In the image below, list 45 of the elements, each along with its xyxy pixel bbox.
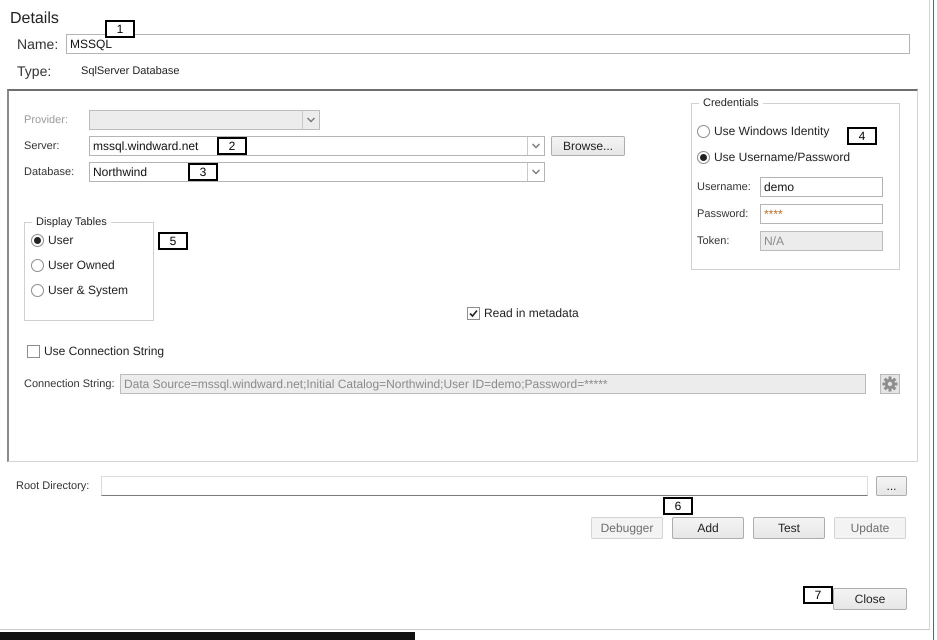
gear-icon: [882, 376, 898, 392]
action-button[interactable]: Add: [672, 517, 744, 539]
field-label: Token:: [697, 235, 730, 247]
browse-button[interactable]: Browse...: [551, 136, 625, 156]
checkbox-label: Read in metadata: [484, 306, 579, 320]
field-label: Connection String:: [24, 378, 116, 390]
dialog-title: Details: [9, 9, 60, 28]
radio-button[interactable]: [697, 124, 710, 138]
radio-button[interactable]: [31, 284, 44, 296]
radio-button[interactable]: [697, 150, 710, 164]
checkbox-label: Use Connection String: [44, 344, 164, 358]
type-value: SqlServer Database: [81, 65, 180, 77]
close-button[interactable]: Close: [833, 588, 907, 610]
settings-button[interactable]: [880, 374, 900, 394]
browse-button[interactable]: ...: [876, 476, 907, 496]
callout-label: 3: [188, 163, 218, 181]
callout-label: 4: [847, 127, 877, 145]
checkbox[interactable]: [27, 344, 40, 358]
field-label: Root Directory:: [16, 480, 90, 492]
field-label: Username:: [697, 181, 752, 193]
callout-label: 6: [663, 497, 693, 515]
group-title: Display Tables: [32, 216, 111, 229]
radio-label: User Owned: [48, 258, 115, 272]
radio-label: Use Username/Password: [714, 150, 850, 164]
callout-label: 1: [105, 20, 135, 38]
field-label: Type:: [17, 63, 52, 79]
action-button[interactable]: Test: [753, 517, 825, 539]
username-field[interactable]: demo: [760, 177, 883, 197]
name-field[interactable]: MSSQL: [66, 34, 910, 54]
radio-label: User & System: [48, 283, 128, 297]
password-field[interactable]: ****: [760, 204, 883, 224]
checkbox[interactable]: [467, 306, 480, 320]
field-label: Server:: [24, 140, 60, 152]
field-label: Provider:: [24, 114, 70, 126]
callout-label: 2: [217, 137, 247, 155]
radio-button[interactable]: [31, 234, 44, 246]
root-directory-field[interactable]: [101, 476, 868, 496]
field-label: Name:: [17, 36, 60, 52]
field-label: Database:: [24, 166, 76, 178]
radio-label: Use Windows Identity: [714, 124, 830, 138]
field-label: Password:: [697, 208, 750, 220]
callout-label: 5: [158, 232, 188, 250]
radio-button[interactable]: [31, 258, 44, 272]
radio-label: User: [48, 233, 74, 247]
callout-label: 7: [803, 586, 833, 604]
